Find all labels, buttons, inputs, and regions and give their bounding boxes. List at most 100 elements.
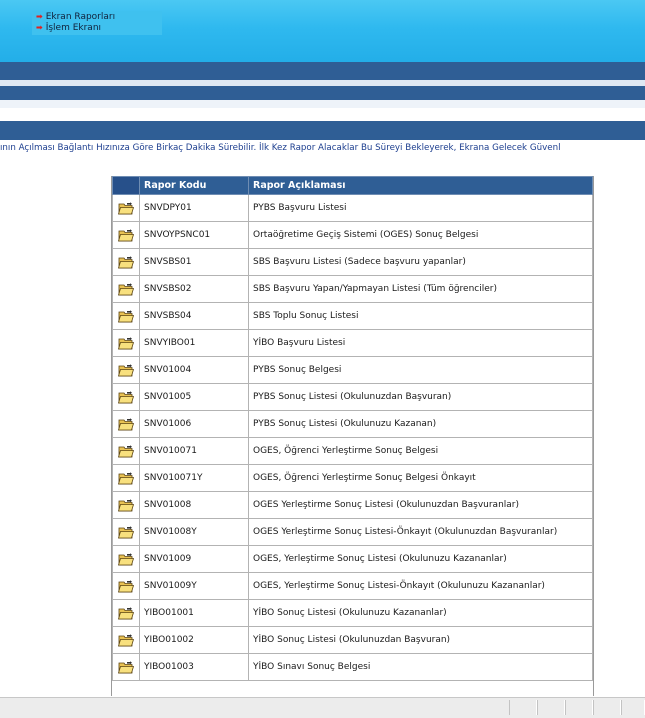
report-code-cell: SNV01008 bbox=[139, 491, 249, 519]
report-code-cell: SNV01005 bbox=[139, 383, 249, 411]
report-code-cell: SNV01006 bbox=[139, 410, 249, 438]
report-code-cell: SNVSBS02 bbox=[139, 275, 249, 303]
table-row[interactable]: SNV01009Y OGES, Yerleştirme Sonuç Listesi… bbox=[112, 572, 593, 600]
status-bar bbox=[0, 697, 645, 718]
open-report-cell bbox=[112, 518, 140, 546]
red-arrow-icon: ➡ bbox=[36, 12, 43, 21]
open-report-cell bbox=[112, 248, 140, 276]
open-folder-icon[interactable] bbox=[117, 228, 135, 242]
report-description-cell: OGES, Yerleştirme Sonuç Listesi-Önkayıt … bbox=[248, 572, 593, 600]
table-row[interactable]: SNV01006 PYBS Sonuç Listesi (Okulunuzu Ka… bbox=[112, 410, 593, 438]
table-row[interactable]: SNV010071 OGES, Öğrenci Yerleştirme Sonuç… bbox=[112, 437, 593, 465]
open-folder-icon[interactable] bbox=[117, 336, 135, 350]
report-description-cell: Ortaöğretime Geçiş Sistemi (OGES) Sonuç … bbox=[248, 221, 593, 249]
header-report-code: Rapor Kodu bbox=[139, 176, 249, 195]
open-folder-icon[interactable] bbox=[117, 309, 135, 323]
open-folder-icon[interactable] bbox=[117, 525, 135, 539]
report-description-cell: YİBO Başvuru Listesi bbox=[248, 329, 593, 357]
open-folder-icon[interactable] bbox=[117, 255, 135, 269]
report-table-container: Rapor Kodu Rapor Açıklaması SNVDPY01 PYBS… bbox=[111, 176, 594, 696]
report-code-cell: SNV01004 bbox=[139, 356, 249, 384]
open-report-cell bbox=[112, 302, 140, 330]
open-report-cell bbox=[112, 626, 140, 654]
header-report-description: Rapor Açıklaması bbox=[248, 176, 593, 195]
nav-bar-primary bbox=[0, 62, 645, 80]
table-row[interactable]: SNVOYPSNC01 Ortaöğretime Geçiş Sistemi (O… bbox=[112, 221, 593, 249]
red-arrow-icon: ➡ bbox=[36, 23, 43, 32]
open-folder-icon[interactable] bbox=[117, 498, 135, 512]
open-report-cell bbox=[112, 383, 140, 411]
open-folder-icon[interactable] bbox=[117, 390, 135, 404]
report-description-cell: YİBO Sonuç Listesi (Okulunuzdan Başvuran… bbox=[248, 626, 593, 654]
report-code-cell: SNV01009 bbox=[139, 545, 249, 573]
report-code-cell: YIBO01002 bbox=[139, 626, 249, 654]
report-code-cell: SNVOYPSNC01 bbox=[139, 221, 249, 249]
table-row[interactable]: SNVSBS01 SBS Başvuru Listesi (Sadece başv… bbox=[112, 248, 593, 276]
report-code-cell: YIBO01003 bbox=[139, 653, 249, 681]
report-description-cell: OGES, Öğrenci Yerleştirme Sonuç Belgesi … bbox=[248, 464, 593, 492]
open-folder-icon[interactable] bbox=[117, 471, 135, 485]
open-folder-icon[interactable] bbox=[117, 201, 135, 215]
quick-links-panel: ➡ Ekran Raporları ➡ İşlem Ekranı bbox=[32, 11, 162, 35]
table-row[interactable]: SNV010071Y OGES, Öğrenci Yerleştirme Sonu… bbox=[112, 464, 593, 492]
report-code-cell: YIBO01001 bbox=[139, 599, 249, 627]
table-row[interactable]: SNV01008 OGES Yerleştirme Sonuç Listesi (… bbox=[112, 491, 593, 519]
table-row[interactable]: YIBO01001 YİBO Sonuç Listesi (Okulunuzu K… bbox=[112, 599, 593, 627]
header-icon-column bbox=[112, 176, 140, 195]
table-row[interactable]: SNVYIBO01 YİBO Başvuru Listesi bbox=[112, 329, 593, 357]
report-code-cell: SNVSBS04 bbox=[139, 302, 249, 330]
open-folder-icon[interactable] bbox=[117, 363, 135, 377]
report-code-cell: SNV01009Y bbox=[139, 572, 249, 600]
open-folder-icon[interactable] bbox=[117, 579, 135, 593]
open-report-cell bbox=[112, 275, 140, 303]
report-description-cell: OGES, Yerleştirme Sonuç Listesi (Okulunu… bbox=[248, 545, 593, 573]
table-row[interactable]: SNVSBS02 SBS Başvuru Yapan/Yapmayan Liste… bbox=[112, 275, 593, 303]
divider bbox=[0, 100, 645, 108]
table-row[interactable]: SNV01004 PYBS Sonuç Belgesi bbox=[112, 356, 593, 384]
open-folder-icon[interactable] bbox=[117, 633, 135, 647]
report-code-cell: SNVSBS01 bbox=[139, 248, 249, 276]
table-row[interactable]: YIBO01003 YİBO Sınavı Sonuç Belgesi bbox=[112, 653, 593, 681]
report-code-cell: SNVYIBO01 bbox=[139, 329, 249, 357]
report-table: Rapor Kodu Rapor Açıklaması SNVDPY01 PYBS… bbox=[112, 176, 593, 681]
open-report-cell bbox=[112, 545, 140, 573]
open-folder-icon[interactable] bbox=[117, 660, 135, 674]
open-report-cell bbox=[112, 194, 140, 222]
report-description-cell: PYBS Sonuç Listesi (Okulunuzdan Başvuran… bbox=[248, 383, 593, 411]
open-folder-icon[interactable] bbox=[117, 282, 135, 296]
open-folder-icon[interactable] bbox=[117, 417, 135, 431]
table-row[interactable]: SNV01009 OGES, Yerleştirme Sonuç Listesi … bbox=[112, 545, 593, 573]
report-code-cell: SNV010071Y bbox=[139, 464, 249, 492]
open-report-cell bbox=[112, 437, 140, 465]
section-header-bar bbox=[0, 121, 645, 140]
link-islem-ekrani[interactable]: ➡ İşlem Ekranı bbox=[36, 22, 101, 34]
status-segment bbox=[565, 700, 593, 715]
report-code-cell: SNVDPY01 bbox=[139, 194, 249, 222]
report-description-cell: OGES Yerleştirme Sonuç Listesi (Okulunuz… bbox=[248, 491, 593, 519]
table-row[interactable]: SNV01008Y OGES Yerleştirme Sonuç Listesi-… bbox=[112, 518, 593, 546]
marquee-notice: ının Açılması Bağlantı Hızınıza Göre Bir… bbox=[0, 143, 561, 153]
report-description-cell: SBS Başvuru Yapan/Yapmayan Listesi (Tüm … bbox=[248, 275, 593, 303]
report-description-cell: YİBO Sınavı Sonuç Belgesi bbox=[248, 653, 593, 681]
link-label: Ekran Raporları bbox=[45, 12, 116, 22]
status-segment bbox=[621, 700, 645, 715]
table-row[interactable]: SNVDPY01 PYBS Başvuru Listesi bbox=[112, 194, 593, 222]
open-report-cell bbox=[112, 572, 140, 600]
open-folder-icon[interactable] bbox=[117, 606, 135, 620]
table-row[interactable]: YIBO01002 YİBO Sonuç Listesi (Okulunuzdan… bbox=[112, 626, 593, 654]
open-report-cell bbox=[112, 221, 140, 249]
report-description-cell: YİBO Sonuç Listesi (Okulunuzu Kazananlar… bbox=[248, 599, 593, 627]
open-report-cell bbox=[112, 410, 140, 438]
nav-bar-secondary bbox=[0, 86, 645, 100]
table-row[interactable]: SNVSBS04 SBS Toplu Sonuç Listesi bbox=[112, 302, 593, 330]
link-label: İşlem Ekranı bbox=[45, 23, 102, 33]
report-rows: SNVDPY01 PYBS Başvuru Listesi SNVOYPSNC01 O… bbox=[112, 194, 593, 681]
report-description-cell: SBS Toplu Sonuç Listesi bbox=[248, 302, 593, 330]
open-folder-icon[interactable] bbox=[117, 444, 135, 458]
open-report-cell bbox=[112, 464, 140, 492]
open-folder-icon[interactable] bbox=[117, 552, 135, 566]
status-segment bbox=[593, 700, 621, 715]
open-report-cell bbox=[112, 329, 140, 357]
table-row[interactable]: SNV01005 PYBS Sonuç Listesi (Okulunuzdan … bbox=[112, 383, 593, 411]
report-code-cell: SNV01008Y bbox=[139, 518, 249, 546]
